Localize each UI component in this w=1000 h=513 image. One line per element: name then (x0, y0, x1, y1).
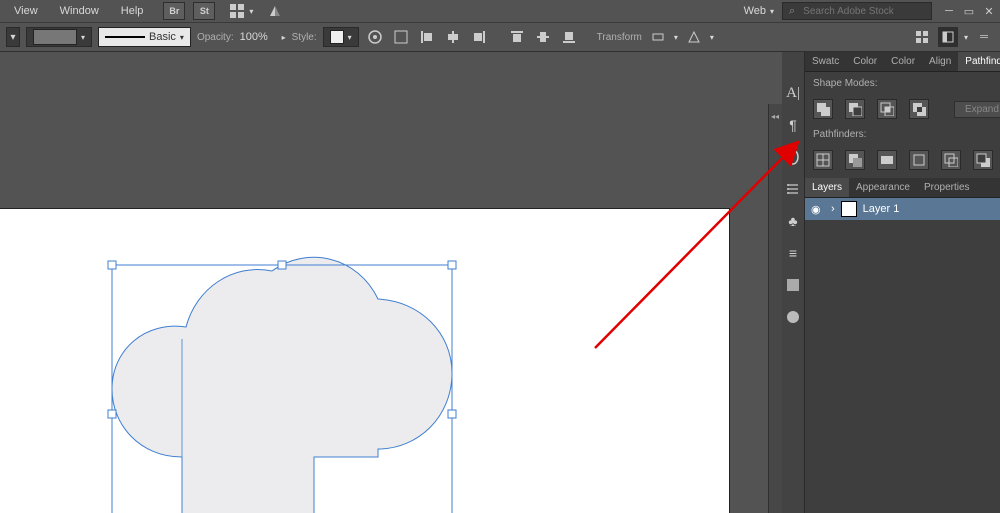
workspace-switcher[interactable]: Web ▾ (738, 3, 780, 19)
chevron-down-icon: ▾ (180, 33, 184, 42)
tab-appearance[interactable]: Appearance (849, 178, 917, 197)
panel-tabs-layers: Layers Appearance Properties (805, 178, 1000, 198)
layer-name[interactable]: Layer 1 (863, 203, 900, 215)
align-right-icon[interactable] (469, 27, 489, 47)
exclude-button[interactable] (909, 99, 929, 119)
tab-color-guide[interactable]: Color (884, 52, 922, 71)
selected-shape[interactable] (112, 257, 452, 513)
brushes-panel-icon[interactable] (782, 146, 804, 168)
character-panel-icon[interactable]: A| (782, 82, 804, 104)
chevron-down-icon: ▾ (710, 33, 714, 42)
tab-properties[interactable]: Properties (917, 178, 977, 197)
chevron-down-icon: ▾ (674, 33, 678, 42)
outline-button[interactable] (941, 150, 961, 170)
opacity-label: Opacity: (197, 32, 234, 43)
vertical-scrollbar[interactable] (768, 104, 782, 513)
stroke-style-dropdown[interactable]: Basic ▾ (98, 27, 191, 47)
intersect-button[interactable] (877, 99, 897, 119)
swatches-panel-icon[interactable]: ♣ (782, 210, 804, 232)
align-vcenter-icon[interactable] (533, 27, 553, 47)
stock-button[interactable]: St (193, 2, 215, 20)
transform-label[interactable]: Transform (597, 32, 642, 43)
stock-search[interactable]: ⌕ (782, 2, 932, 20)
align-hcenter-icon[interactable] (443, 27, 463, 47)
shape-modes-label: Shape Modes: (805, 72, 1000, 95)
gradient-panel-icon[interactable] (782, 274, 804, 296)
fill-swatch[interactable]: ▾ (26, 27, 92, 47)
chevron-down-icon: ▾ (964, 33, 968, 42)
crop-button[interactable] (909, 150, 929, 170)
menu-bar: View Window Help Br St ▾ Web ▾ ⌕ ─ ▭ ✕ (0, 0, 1000, 22)
document-area: ◂◂ (0, 52, 782, 513)
chevron-right-icon[interactable]: ▸ (282, 33, 286, 42)
layer-thumbnail (841, 201, 857, 217)
close-icon[interactable]: ✕ (982, 4, 996, 18)
essentials-icon[interactable] (938, 27, 958, 47)
artwork[interactable] (0, 209, 730, 513)
trim-button[interactable] (845, 150, 865, 170)
align-top-icon[interactable] (507, 27, 527, 47)
shape-mode-dropdown-icon[interactable] (648, 27, 668, 47)
handle-ne[interactable] (448, 261, 456, 269)
minus-back-button[interactable] (973, 150, 993, 170)
style-label: Style: (292, 32, 317, 43)
minus-front-button[interactable] (845, 99, 865, 119)
panel-tabs-top: Swatc Color Color Align Pathfinder (805, 52, 1000, 72)
symbols-panel-icon[interactable] (782, 178, 804, 200)
tab-pathfinder[interactable]: Pathfinder (958, 52, 1000, 71)
transparency-panel-icon[interactable] (782, 306, 804, 328)
selection-indicator[interactable]: ▾ (6, 27, 20, 47)
shape-modes-row: Expand (805, 95, 1000, 123)
pathfinders-label: Pathfinders: (805, 123, 1000, 146)
restore-icon[interactable]: ▭ (962, 4, 976, 18)
stock-search-input[interactable] (801, 5, 925, 18)
tab-align[interactable]: Align (922, 52, 958, 71)
merge-button[interactable] (877, 150, 897, 170)
handle-e[interactable] (448, 410, 456, 418)
grid-layout-icon[interactable] (912, 27, 932, 47)
layer-row[interactable]: ◉ › Layer 1 ○ (805, 198, 1000, 220)
collapsed-panel-strip: A| ¶ ♣ ≡ (782, 52, 805, 513)
align-left-icon[interactable] (417, 27, 437, 47)
options-bar: ▾ ▾ Basic ▾ Opacity: 100% ▸ Style: ▾ Tra… (0, 22, 1000, 52)
arrange-documents-icon[interactable] (227, 1, 247, 21)
isolate-icon[interactable] (684, 27, 704, 47)
chevron-down-icon: ▾ (249, 7, 253, 16)
menu-help[interactable]: Help (111, 3, 154, 19)
stroke-basic-label: Basic (149, 31, 176, 43)
align-bottom-icon[interactable] (559, 27, 579, 47)
chevron-down-icon: ▾ (770, 7, 774, 16)
expand-layer-icon[interactable]: › (831, 203, 835, 215)
bridge-button[interactable]: Br (163, 2, 185, 20)
minimize-icon[interactable]: ─ (942, 4, 956, 18)
stroke-line-icon (105, 36, 145, 38)
visibility-icon[interactable]: ◉ (811, 203, 825, 216)
tab-color[interactable]: Color (846, 52, 884, 71)
tab-layers[interactable]: Layers (805, 178, 849, 197)
workspace-label: Web (744, 5, 766, 17)
menu-view[interactable]: View (4, 3, 48, 19)
paragraph-panel-icon[interactable]: ¶ (782, 114, 804, 136)
stroke-panel-icon[interactable]: ≡ (782, 242, 804, 264)
expand-button[interactable]: Expand (954, 101, 1000, 118)
menu-window[interactable]: Window (50, 3, 109, 19)
panel-menu-icon[interactable]: ═ (974, 27, 994, 47)
collapse-panels-icon[interactable]: ◂◂ (770, 112, 780, 120)
unite-button[interactable] (813, 99, 833, 119)
search-icon: ⌕ (789, 5, 795, 18)
align-to-artboard-icon[interactable] (391, 27, 411, 47)
handle-nw[interactable] (108, 261, 116, 269)
divide-button[interactable] (813, 150, 833, 170)
graphic-style-dropdown[interactable]: ▾ (323, 27, 359, 47)
handle-n[interactable] (278, 261, 286, 269)
gpu-preview-icon[interactable] (265, 1, 285, 21)
recolor-artwork-icon[interactable] (365, 27, 385, 47)
pathfinders-row (805, 146, 1000, 174)
tab-swatches[interactable]: Swatc (805, 52, 846, 71)
artboard[interactable] (0, 208, 730, 513)
right-panel-column: A| ¶ ♣ ≡ Swatc Color Color Align Pathfin… (782, 52, 1000, 513)
panel-stack: Swatc Color Color Align Pathfinder Shape… (805, 52, 1000, 513)
opacity-value[interactable]: 100% (240, 31, 276, 43)
handle-w[interactable] (108, 410, 116, 418)
